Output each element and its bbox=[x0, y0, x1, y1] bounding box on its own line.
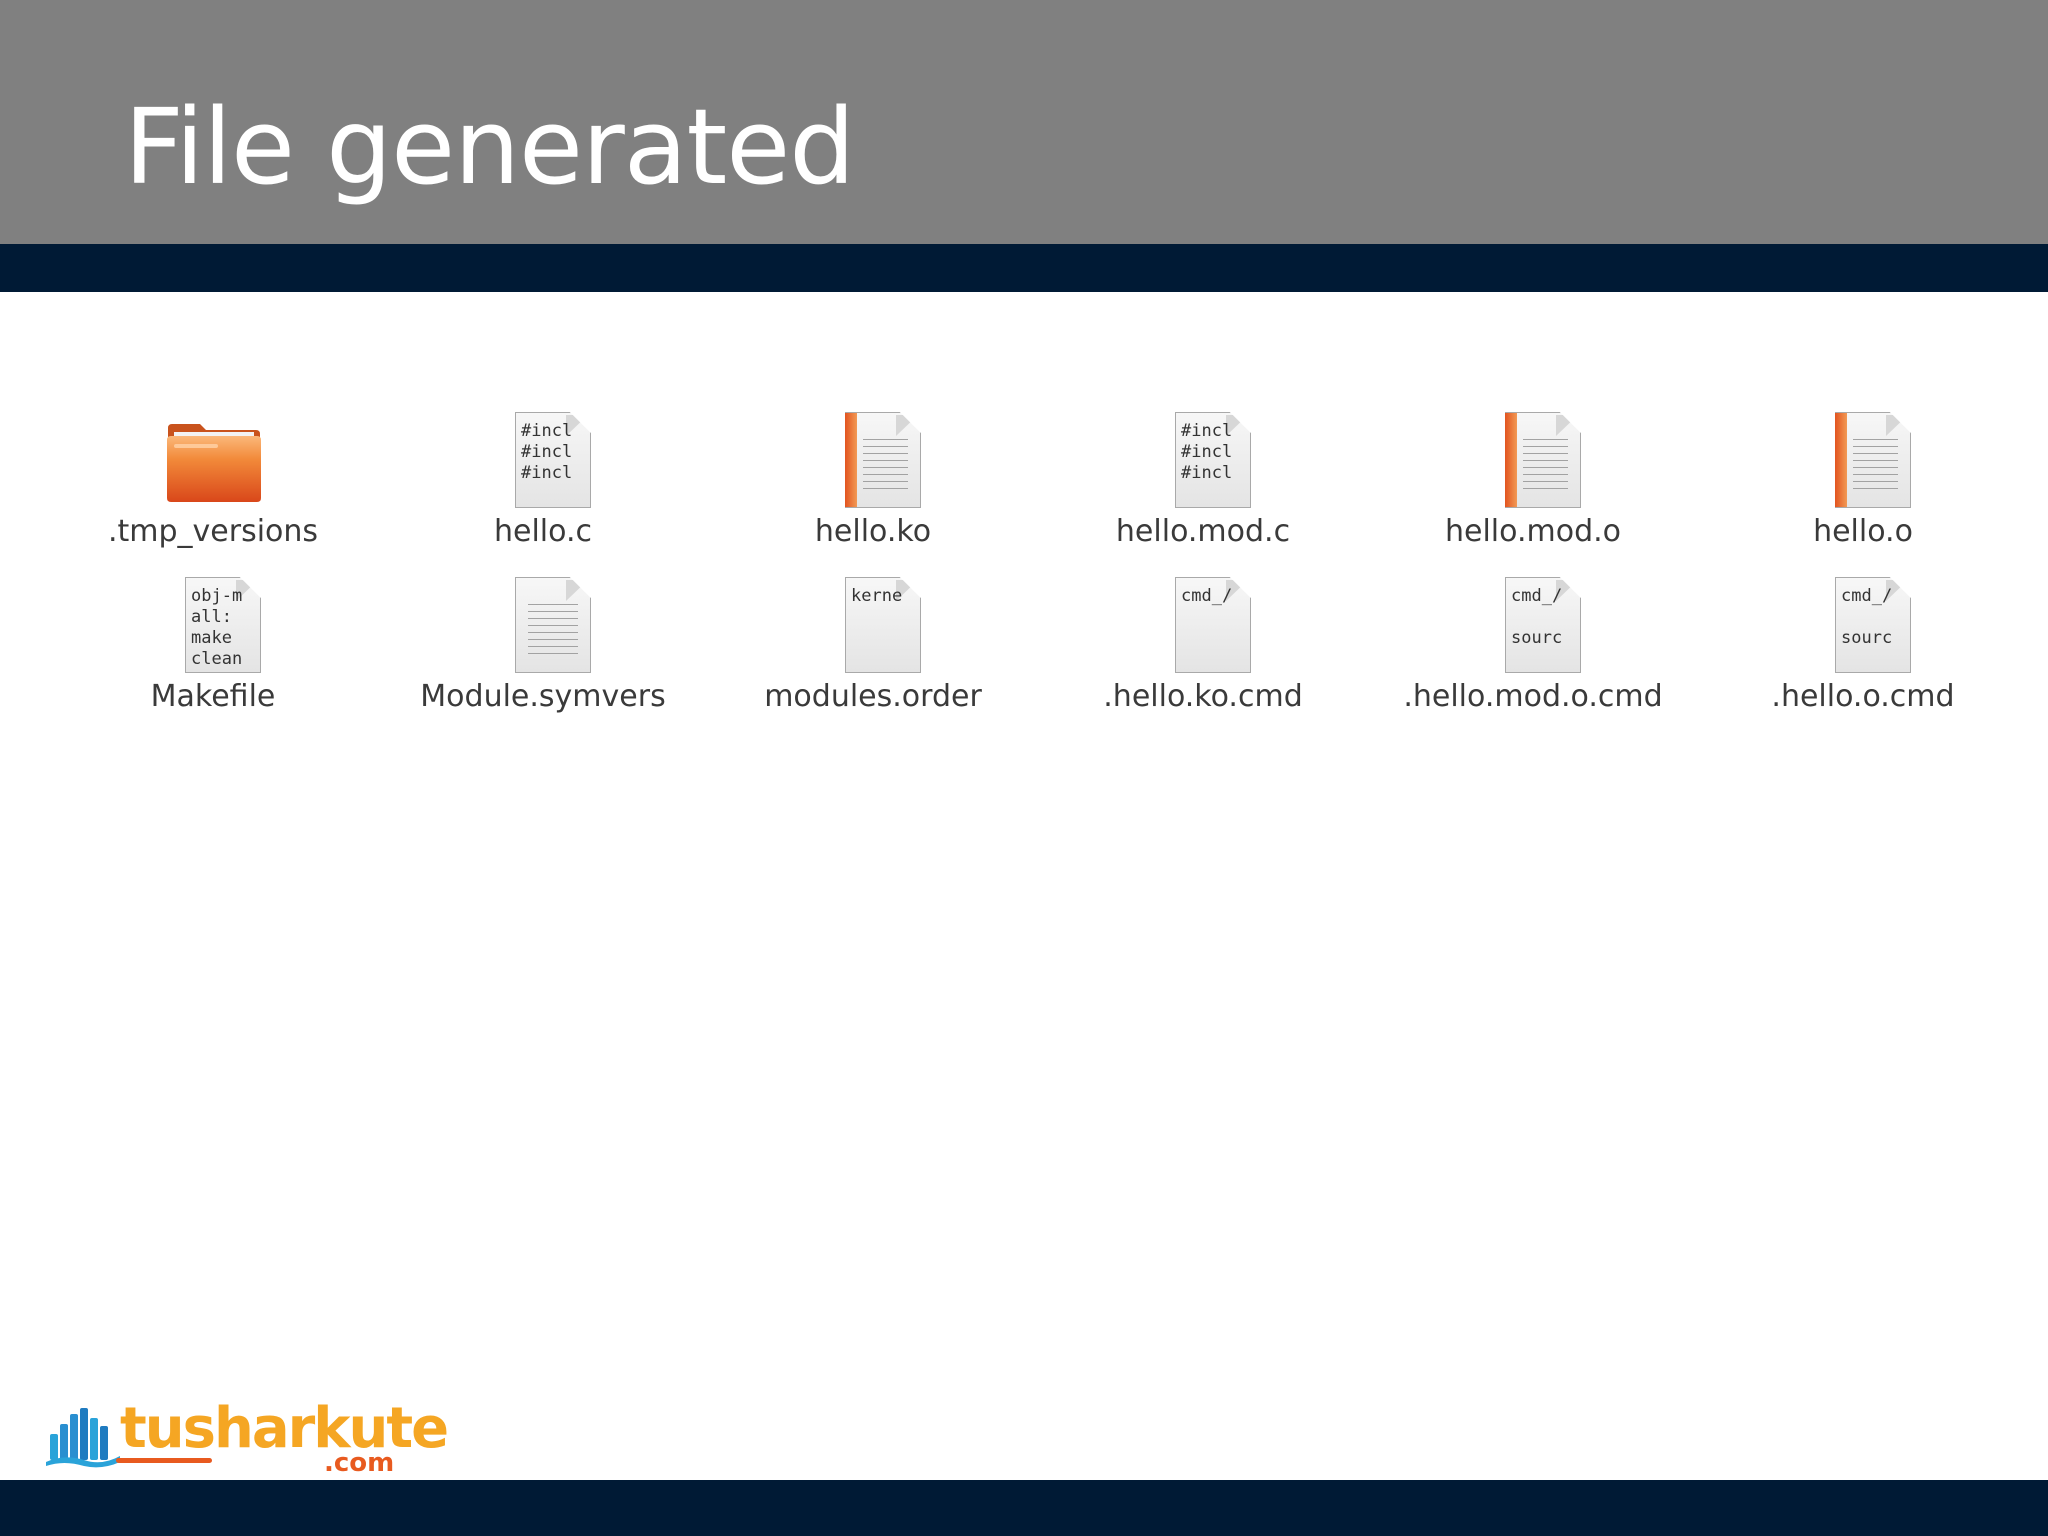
file-item-hello-mod-o-cmd[interactable]: cmd_/ sourc .hello.mod.o.cmd bbox=[1368, 575, 1698, 740]
file-name: Module.symvers bbox=[420, 679, 666, 714]
text-file-icon: kerne bbox=[823, 575, 923, 675]
file-item-hello-o-cmd[interactable]: cmd_/ sourc .hello.o.cmd bbox=[1698, 575, 2028, 740]
folder-icon bbox=[163, 410, 263, 510]
file-item-hello-o[interactable]: hello.o bbox=[1698, 410, 2028, 575]
object-file-icon bbox=[1483, 410, 1583, 510]
text-file-icon: cmd_/ bbox=[1153, 575, 1253, 675]
file-preview-text: cmd_/ sourc bbox=[1841, 586, 1893, 648]
logo-wordmark: tusharkute bbox=[120, 1396, 449, 1461]
file-item-hello-ko[interactable]: hello.ko bbox=[708, 410, 1038, 575]
file-preview-text: cmd_/ bbox=[1181, 586, 1233, 606]
file-item-makefile[interactable]: obj-m all: make clean Makefile bbox=[48, 575, 378, 740]
file-item-hello-c[interactable]: #incl #incl #incl hello.c bbox=[378, 410, 708, 575]
file-item-module-symvers[interactable]: Module.symvers bbox=[378, 575, 708, 740]
slide-header: File generated bbox=[0, 0, 2048, 244]
file-name: hello.ko bbox=[814, 514, 932, 549]
file-browser-grid: .tmp_versions #incl #incl #incl hello.c … bbox=[48, 410, 2004, 750]
file-name: .hello.mod.o.cmd bbox=[1403, 679, 1663, 714]
file-name: hello.c bbox=[494, 514, 592, 549]
c-source-file-icon: #incl #incl #incl bbox=[493, 410, 593, 510]
file-item-hello-mod-o[interactable]: hello.mod.o bbox=[1368, 410, 1698, 575]
header-divider bbox=[0, 244, 2048, 292]
file-preview-text: obj-m all: make clean bbox=[191, 586, 243, 669]
file-item-tmp-versions[interactable]: .tmp_versions bbox=[48, 410, 378, 575]
file-name: hello.mod.c bbox=[1115, 514, 1291, 549]
object-file-icon bbox=[1813, 410, 1913, 510]
logo-underline bbox=[116, 1458, 212, 1463]
c-source-file-icon: #incl #incl #incl bbox=[1153, 410, 1253, 510]
file-name: .hello.ko.cmd bbox=[1103, 679, 1303, 714]
file-name: hello.mod.o bbox=[1444, 514, 1621, 549]
file-preview-text: #incl #incl #incl bbox=[1181, 421, 1233, 483]
file-item-modules-order[interactable]: kerne modules.order bbox=[708, 575, 1038, 740]
file-preview-text: kerne bbox=[851, 586, 903, 606]
logo-domain-suffix: .com bbox=[324, 1448, 395, 1478]
tusharkute-logo: tusharkute .com bbox=[44, 1396, 449, 1480]
file-preview-text: cmd_/ sourc bbox=[1511, 586, 1563, 648]
makefile-icon: obj-m all: make clean bbox=[163, 575, 263, 675]
file-name: hello.o bbox=[1813, 514, 1913, 549]
file-item-hello-ko-cmd[interactable]: cmd_/ .hello.ko.cmd bbox=[1038, 575, 1368, 740]
object-file-icon bbox=[823, 410, 923, 510]
file-name: .hello.o.cmd bbox=[1771, 679, 1955, 714]
file-preview-text: #incl #incl #incl bbox=[521, 421, 573, 483]
file-name: .tmp_versions bbox=[107, 514, 319, 549]
file-name: Makefile bbox=[150, 679, 276, 714]
text-file-icon: cmd_/ sourc bbox=[1483, 575, 1583, 675]
file-item-hello-mod-c[interactable]: #incl #incl #incl hello.mod.c bbox=[1038, 410, 1368, 575]
text-file-icon: cmd_/ sourc bbox=[1813, 575, 1913, 675]
bookshelf-logo-icon bbox=[46, 1408, 120, 1468]
slide-title: File generated bbox=[124, 86, 855, 208]
footer-bar bbox=[0, 1480, 2048, 1536]
text-file-icon bbox=[493, 575, 593, 675]
file-name: modules.order bbox=[764, 679, 982, 714]
